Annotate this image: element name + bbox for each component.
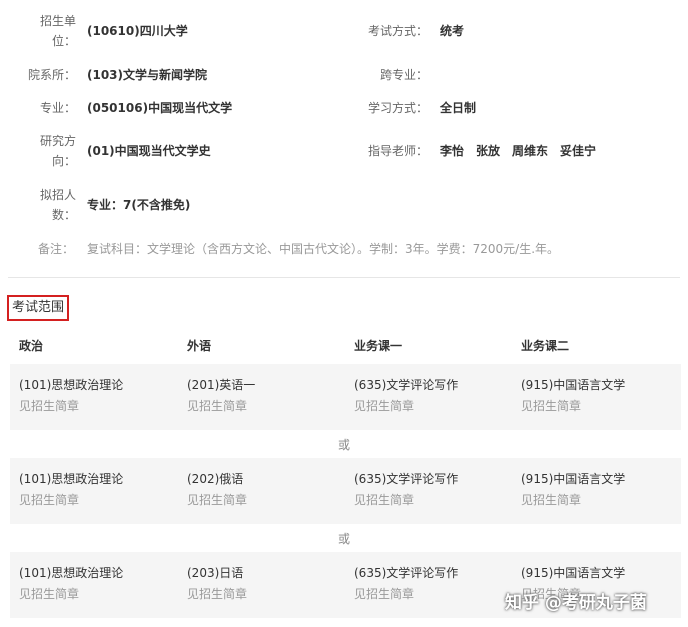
or-separator: 或 bbox=[337, 532, 350, 546]
remark-label: 备注： bbox=[38, 242, 75, 256]
remark-value: 复试科目：文学理论（含西方文论、中国古代文论）。学制：3年。学费：7200元/生… bbox=[87, 242, 560, 256]
exam-method-value: 统考 bbox=[440, 24, 465, 38]
subject-name: (203)日语 bbox=[187, 566, 244, 580]
subject-note: 见招生简章 bbox=[354, 587, 415, 601]
study-mode-label: 学习方式： bbox=[367, 101, 428, 115]
subject-name: (101)思想政治理论 bbox=[19, 566, 124, 580]
advisor-4: 妥佳宁 bbox=[560, 144, 597, 158]
subject-name: (915)中国语言文学 bbox=[521, 378, 626, 392]
header-language: 外语 bbox=[187, 339, 212, 353]
subject-note: 见招生简章 bbox=[19, 587, 80, 601]
subject-note: 见招生简章 bbox=[187, 587, 248, 601]
direction-label: 研究方 向： bbox=[39, 134, 76, 168]
subject-name: (915)中国语言文学 bbox=[521, 566, 626, 580]
subject-note: 见招生简章 bbox=[521, 493, 582, 507]
cross-major-label: 跨专业： bbox=[379, 68, 428, 82]
subject-name: (201)英语一 bbox=[187, 378, 256, 392]
subject-note: 见招生简章 bbox=[354, 493, 415, 507]
section-divider bbox=[8, 277, 680, 278]
subject-note: 见招生简章 bbox=[19, 493, 80, 507]
dept-value: (103)文学与新闻学院 bbox=[87, 68, 208, 82]
subject-note: 见招生简章 bbox=[354, 399, 415, 413]
study-mode-value: 全日制 bbox=[440, 101, 477, 115]
header-politics: 政治 bbox=[19, 339, 44, 353]
subject-name: (915)中国语言文学 bbox=[521, 472, 626, 486]
header-course-2: 业务课二 bbox=[521, 339, 570, 353]
scope-title: 考试范围 bbox=[7, 295, 70, 321]
advisor-1: 李怡 bbox=[440, 144, 465, 158]
subject-name: (202)俄语 bbox=[187, 472, 244, 486]
subject-note: 见招生简章 bbox=[187, 399, 248, 413]
exam-group: (101)思想政治理论 见招生简章 (201)英语一 见招生简章 (635)文学… bbox=[10, 364, 681, 430]
subject-name: (101)思想政治理论 bbox=[19, 378, 124, 392]
subject-note: 见招生简章 bbox=[521, 399, 582, 413]
exam-method-label: 考试方式： bbox=[367, 24, 428, 38]
school-value: (10610)四川大学 bbox=[87, 24, 188, 38]
subject-name: (101)思想政治理论 bbox=[19, 472, 124, 486]
header-course-1: 业务课一 bbox=[354, 339, 403, 353]
subject-note: 见招生简章 bbox=[19, 399, 80, 413]
major-value: (050106)中国现当代文学 bbox=[87, 101, 233, 115]
subject-name: (635)文学评论写作 bbox=[354, 378, 459, 392]
advisor-label: 指导老师： bbox=[367, 144, 428, 158]
advisor-2: 张放 bbox=[476, 144, 501, 158]
advisor-3: 周维东 bbox=[512, 144, 549, 158]
subject-name: (635)文学评论写作 bbox=[354, 472, 459, 486]
quota-value: 专业：7(不含推免) bbox=[87, 198, 191, 212]
watermark: 知乎 @考研丸子菌 bbox=[505, 593, 647, 613]
or-separator: 或 bbox=[337, 438, 350, 452]
subject-name: (635)文学评论写作 bbox=[354, 566, 459, 580]
major-label: 专业： bbox=[39, 101, 76, 115]
direction-value: (01)中国现当代文学史 bbox=[87, 144, 211, 158]
subject-note: 见招生简章 bbox=[187, 493, 248, 507]
quota-label: 拟招人 数： bbox=[39, 188, 76, 222]
exam-group: (101)思想政治理论 见招生简章 (202)俄语 见招生简章 (635)文学评… bbox=[10, 458, 681, 524]
dept-label: 院系所： bbox=[27, 68, 76, 82]
school-label: 招生单 位： bbox=[39, 14, 76, 48]
